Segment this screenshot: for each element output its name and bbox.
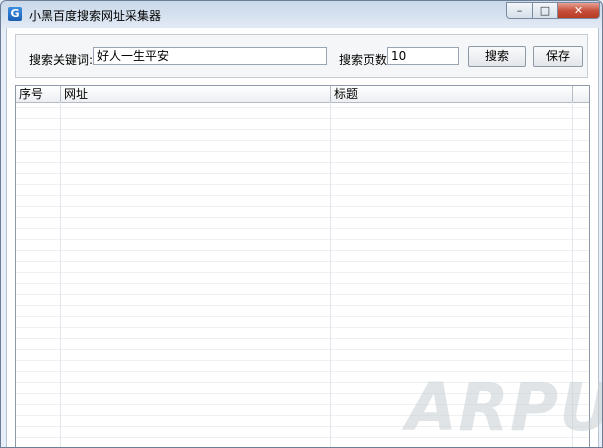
pages-label: 搜索页数 <box>339 53 388 67</box>
search-button[interactable]: 搜索 <box>468 46 526 67</box>
column-header-title[interactable]: 标题 <box>331 86 573 102</box>
close-button[interactable]: ✕ <box>557 2 600 19</box>
maximize-button[interactable]: □ <box>532 2 558 19</box>
column-divider <box>60 102 61 447</box>
column-header-url[interactable]: 网址 <box>61 86 331 102</box>
column-header-index[interactable]: 序号 <box>16 86 61 102</box>
app-window: G 小黑百度搜索网址采集器 – □ ✕ 搜索关键词: 搜索页数 搜索 保存 序号… <box>0 0 603 448</box>
keyword-label: 搜索关键词: <box>29 53 94 67</box>
results-listview[interactable]: 序号 网址 标题 <box>15 85 590 447</box>
window-title: 小黑百度搜索网址采集器 <box>29 9 162 23</box>
search-group: 搜索关键词: 搜索页数 搜索 保存 <box>15 34 588 78</box>
listview-header: 序号 网址 标题 <box>16 86 589 103</box>
app-icon: G <box>8 7 22 21</box>
column-header-filler <box>573 86 589 102</box>
minimize-button[interactable]: – <box>506 2 533 19</box>
pages-input[interactable] <box>387 47 459 65</box>
keyword-input[interactable] <box>93 47 327 65</box>
title-bar[interactable]: G 小黑百度搜索网址采集器 – □ ✕ <box>1 1 602 27</box>
column-divider <box>330 102 331 447</box>
column-divider <box>572 102 573 447</box>
save-button[interactable]: 保存 <box>533 46 583 67</box>
client-area: 搜索关键词: 搜索页数 搜索 保存 序号 网址 标题 <box>6 28 599 447</box>
